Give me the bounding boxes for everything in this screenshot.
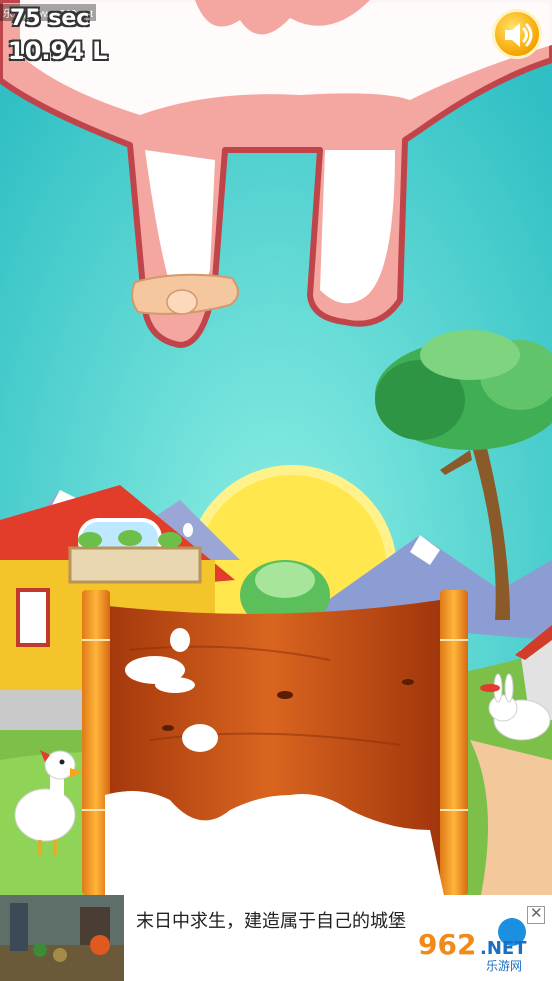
bucket-post-right — [440, 590, 468, 895]
logo-sub: 乐游网 — [486, 959, 522, 973]
timer-readout: 75 sec — [10, 6, 90, 31]
ad-site-logo: 962 .NET 乐游网 — [418, 918, 527, 973]
logo-suffix: .NET — [480, 938, 527, 959]
logo-brand: 962 — [418, 928, 476, 961]
ad-thumbnail — [0, 895, 124, 981]
close-icon: ✕ — [530, 904, 543, 922]
speaker-icon — [505, 23, 533, 47]
game-scene — [0, 0, 552, 981]
ad-close-button[interactable]: ✕ — [527, 904, 545, 924]
sound-toggle-button[interactable] — [492, 9, 542, 59]
ad-text[interactable]: 末日中求生，建造属于自己的城堡 — [136, 909, 436, 935]
milk-liters-readout: 10.94 L — [8, 37, 108, 65]
